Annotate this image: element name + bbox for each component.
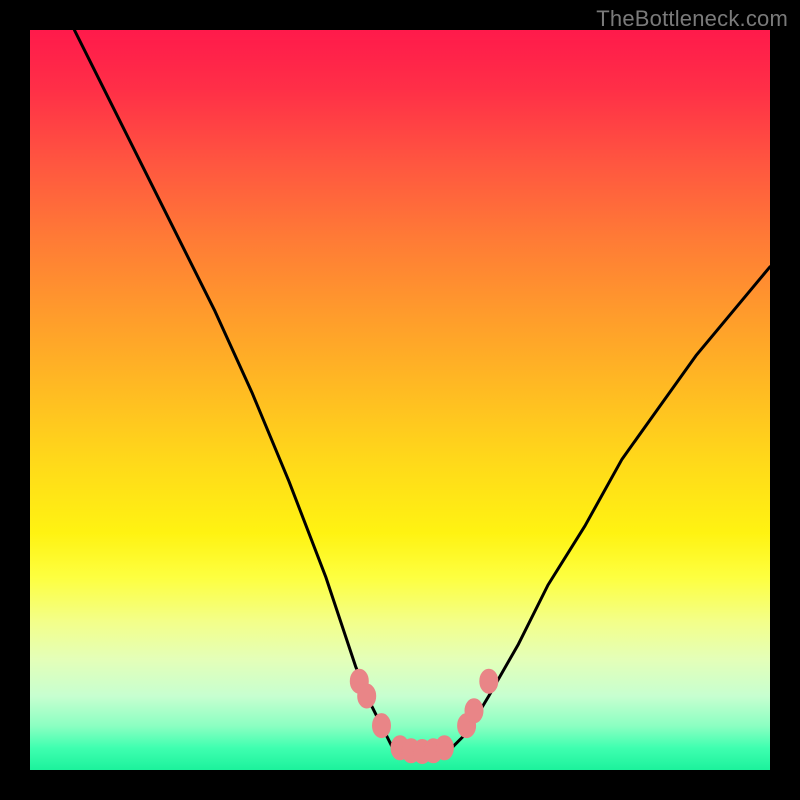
markers-group	[350, 669, 498, 763]
chart-overlay	[30, 30, 770, 770]
watermark-text: TheBottleneck.com	[596, 6, 788, 32]
curve-left	[74, 30, 392, 748]
data-marker	[465, 699, 483, 723]
plot-area	[30, 30, 770, 770]
curve-right	[452, 267, 770, 748]
data-marker	[480, 669, 498, 693]
data-marker	[373, 714, 391, 738]
chart-frame: TheBottleneck.com	[0, 0, 800, 800]
data-marker	[358, 684, 376, 708]
data-marker	[435, 736, 453, 760]
